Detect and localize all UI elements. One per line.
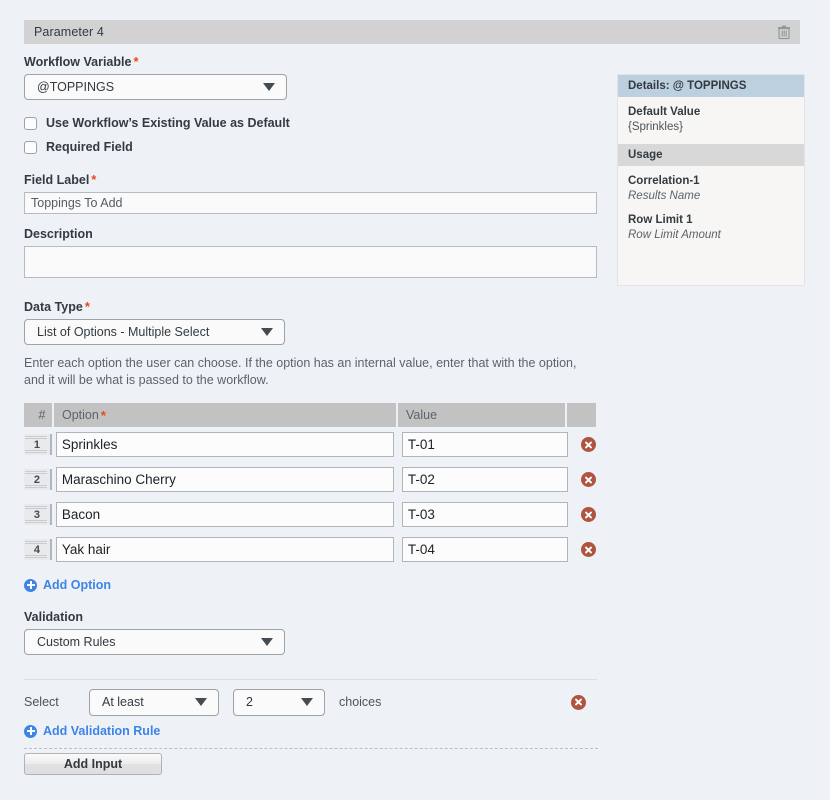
description-label: Description — [24, 227, 93, 241]
usage-entry-name: Row Limit 1 — [628, 214, 693, 226]
option-input[interactable]: Sprinkles — [55, 432, 394, 457]
add-option-link[interactable]: Add Option — [24, 578, 599, 592]
required-asterisk: * — [91, 172, 97, 187]
details-usage-list: Correlation-1 Results Name Row Limit 1 Row … — [618, 166, 804, 252]
add-validation-rule-label: Add Validation Rule — [43, 724, 161, 738]
table-row: 4 Yak hair T-04 — [24, 532, 596, 567]
plus-circle-icon — [24, 724, 37, 738]
trash-icon — [778, 25, 790, 40]
options-table: # Option * Value 1 Sprinkles T-01 2 Maraschin… — [24, 403, 596, 567]
row-drag-handle[interactable]: 2 — [24, 469, 52, 490]
workflow-variable-select[interactable]: @TOPPINGS — [24, 74, 287, 100]
validation-count-value: 2 — [246, 695, 253, 709]
parameter-editor-page: Parameter 4 Workflow Variable * @TOPPINGS… — [0, 0, 830, 800]
row-drag-handle[interactable]: 4 — [24, 539, 52, 560]
row-number: 4 — [33, 543, 40, 556]
row-number: 2 — [33, 473, 40, 486]
row-number: 1 — [33, 438, 40, 451]
validation-rule-prefix: Select — [24, 695, 59, 709]
add-option-label: Add Option — [43, 578, 112, 592]
table-row: 2 Maraschino Cherry T-02 — [24, 462, 596, 497]
add-input-button[interactable]: Add Input — [24, 753, 162, 775]
validation-operator-value: At least — [102, 695, 144, 709]
value-input[interactable]: T-01 — [401, 432, 568, 457]
use-existing-value-checkbox-row[interactable]: Use Workflow’s Existing Value as Default — [24, 112, 599, 134]
use-existing-value-checkbox[interactable] — [24, 116, 37, 130]
validation-count-select[interactable]: 2 — [233, 688, 325, 716]
delete-option-button[interactable] — [581, 507, 596, 522]
field-label-label: Field Label * — [24, 172, 97, 187]
validation-rule-suffix: choices — [339, 695, 382, 709]
chevron-down-icon — [195, 698, 207, 706]
usage-entry: Row Limit 1 Row Limit Amount — [628, 213, 794, 243]
use-existing-value-label: Use Workflow’s Existing Value as Default — [46, 116, 290, 130]
chevron-down-icon — [261, 638, 273, 646]
delete-option-button[interactable] — [581, 542, 596, 557]
option-input[interactable]: Maraschino Cherry — [55, 467, 394, 492]
validation-mode-select[interactable]: Custom Rules — [24, 629, 285, 655]
required-field-checkbox[interactable] — [24, 140, 37, 154]
usage-entry-role: Row Limit Amount — [628, 229, 721, 241]
validation-label: Validation — [24, 610, 84, 624]
description-input[interactable] — [24, 246, 597, 278]
details-default-value-label: Default Value — [628, 106, 701, 118]
workflow-variable-value: @TOPPINGS — [37, 80, 115, 94]
add-validation-rule-link[interactable]: Add Validation Rule — [24, 724, 599, 738]
column-header-value: Value — [398, 403, 565, 427]
data-type-label: Data Type * — [24, 299, 90, 314]
delete-validation-rule-button[interactable] — [571, 694, 586, 710]
delete-parameter-button[interactable] — [776, 24, 792, 40]
options-table-header: # Option * Value — [24, 403, 596, 427]
validation-operator-select[interactable]: At least — [89, 688, 219, 716]
options-table-body: 1 Sprinkles T-01 2 Maraschino Cherry T-02 3 Bac… — [24, 427, 596, 567]
chevron-down-icon — [263, 83, 275, 91]
options-help-text: Enter each option the user can choose. I… — [24, 356, 577, 387]
plus-circle-icon — [24, 578, 37, 592]
table-row: 3 Bacon T-03 — [24, 497, 596, 532]
row-drag-handle[interactable]: 3 — [24, 504, 52, 525]
required-field-checkbox-row[interactable]: Required Field — [24, 136, 599, 158]
required-asterisk: * — [84, 299, 90, 314]
data-type-value: List of Options - Multiple Select — [37, 325, 210, 339]
chevron-down-icon — [301, 698, 313, 706]
table-row: 1 Sprinkles T-01 — [24, 427, 596, 462]
row-number: 3 — [33, 508, 40, 521]
parameter-form: Workflow Variable * @TOPPINGS Use Workflo… — [24, 54, 599, 738]
usage-entry-role: Results Name — [628, 190, 701, 202]
workflow-variable-label: Workflow Variable * — [24, 54, 139, 69]
validation-mode-value: Custom Rules — [37, 635, 116, 649]
required-asterisk: * — [100, 407, 106, 423]
row-drag-handle[interactable]: 1 — [24, 434, 52, 455]
value-input[interactable]: T-03 — [401, 502, 568, 527]
usage-entry-name: Correlation-1 — [628, 175, 700, 187]
delete-option-button[interactable] — [581, 437, 596, 452]
required-field-label: Required Field — [46, 140, 133, 154]
field-label-input[interactable]: Toppings To Add — [24, 192, 597, 214]
column-header-number: # — [24, 403, 52, 427]
details-panel: Details: @ TOPPINGS Default Value {Sprin… — [617, 74, 805, 286]
details-panel-title: Details: @ TOPPINGS — [618, 75, 804, 97]
column-header-actions — [567, 403, 596, 427]
details-default-value-block: Default Value {Sprinkles} — [618, 97, 804, 144]
chevron-down-icon — [261, 328, 273, 336]
details-usage-header: Usage — [618, 144, 804, 166]
parameter-title: Parameter 4 — [34, 25, 104, 39]
value-input[interactable]: T-04 — [401, 537, 568, 562]
value-input[interactable]: T-02 — [401, 467, 568, 492]
option-input[interactable]: Yak hair — [55, 537, 394, 562]
delete-option-button[interactable] — [581, 472, 596, 487]
required-asterisk: * — [133, 54, 139, 69]
footer-divider — [24, 748, 598, 749]
details-default-value: {Sprinkles} — [628, 121, 683, 133]
parameter-header-bar: Parameter 4 — [24, 20, 800, 44]
validation-rule-row: Select At least 2 choices — [24, 680, 597, 724]
option-input[interactable]: Bacon — [55, 502, 394, 527]
usage-entry: Correlation-1 Results Name — [628, 174, 794, 204]
column-header-option: Option * — [54, 403, 396, 427]
data-type-select[interactable]: List of Options - Multiple Select — [24, 319, 285, 345]
